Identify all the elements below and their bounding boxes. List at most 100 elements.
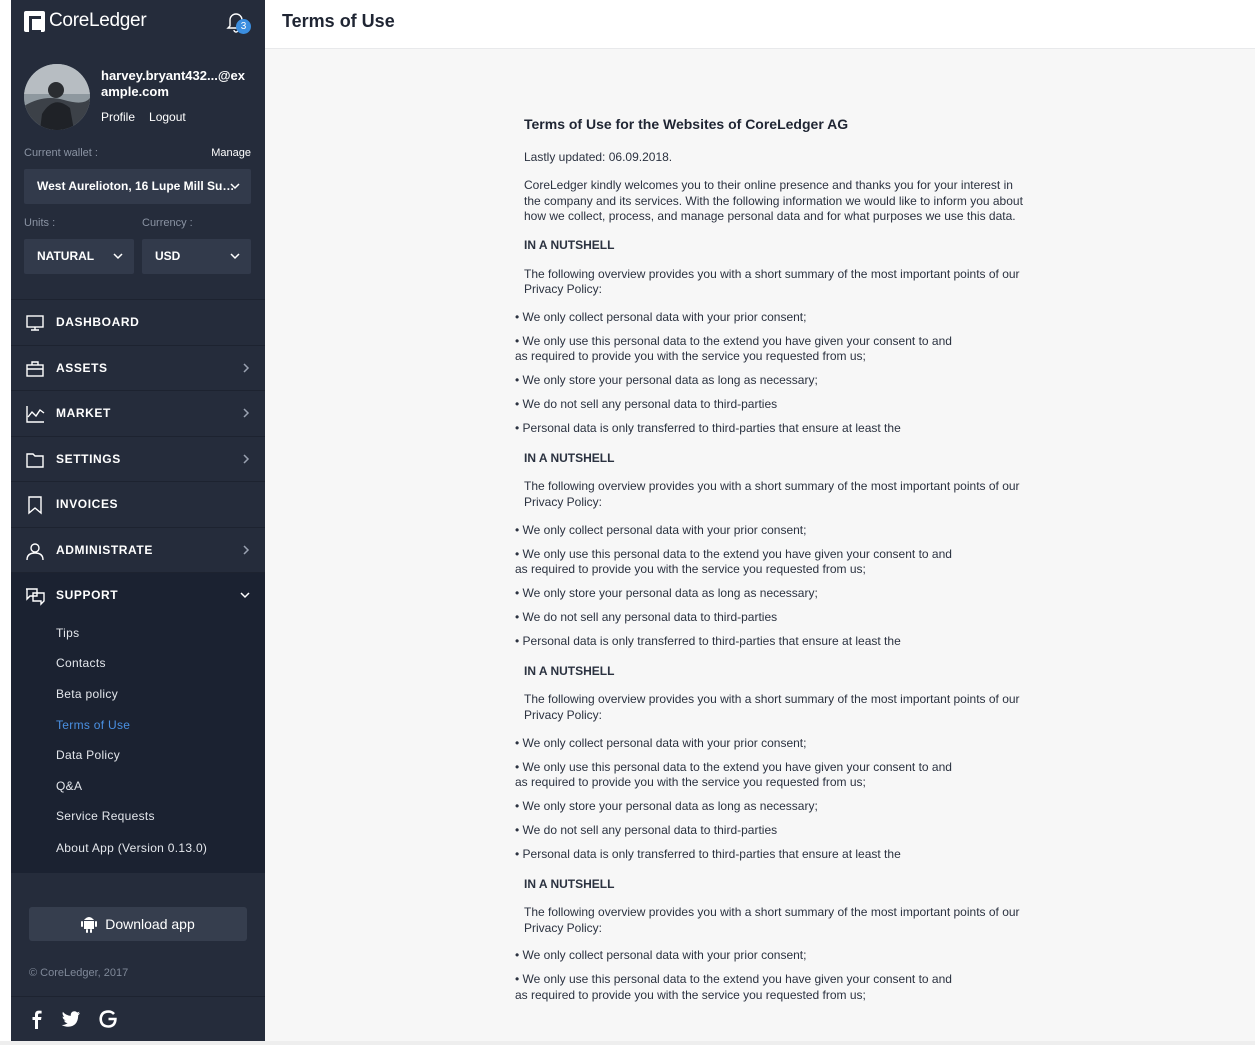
chart-line-icon — [26, 406, 45, 423]
support-item-beta-policy[interactable]: Beta policy — [11, 679, 265, 710]
support-item-contacts[interactable]: Contacts — [11, 648, 265, 679]
page-title: Terms of Use — [282, 11, 395, 31]
profile-link[interactable]: Profile — [101, 110, 135, 124]
nav-label-administrate: ADMINISTRATE — [56, 542, 153, 557]
chevron-right-icon — [243, 362, 250, 373]
folder-icon — [26, 452, 44, 468]
chevron-down-icon — [230, 183, 240, 190]
list-item: • We only collect personal data with you… — [515, 309, 807, 324]
section-title: IN A NUTSHELL — [524, 450, 615, 465]
chevron-right-icon — [243, 544, 250, 555]
bottom-border — [0, 1041, 1255, 1045]
sidebar-header: CoreLedger 3 — [11, 0, 265, 42]
current-wallet-label: Current wallet : — [24, 147, 98, 159]
support-item-service-requests[interactable]: Service Requests — [11, 801, 265, 832]
list-item: • We only collect personal data with you… — [515, 948, 807, 963]
nav-item-dashboard[interactable]: DASHBOARD — [11, 299, 265, 345]
list-item: • We only store your personal data as lo… — [515, 799, 818, 814]
nav-label-support: SUPPORT — [56, 588, 119, 603]
main-navigation: DASHBOARD ASSETS MARKET SETTINGS INVOICE… — [11, 299, 265, 873]
briefcase-icon — [26, 360, 44, 377]
logout-link[interactable]: Logout — [149, 110, 186, 124]
download-app-label: Download app — [105, 916, 195, 932]
chevron-down-icon — [240, 592, 250, 599]
currency-select[interactable]: USD — [142, 239, 251, 274]
section-intro: The following overview provides you with… — [524, 692, 1020, 722]
nutshell-section: IN A NUTSHELL The following overview pro… — [515, 663, 1024, 863]
android-icon — [81, 917, 98, 933]
section-title: IN A NUTSHELL — [524, 876, 615, 891]
download-app-button[interactable]: Download app — [29, 907, 247, 941]
list-item: • We only use this personal data to the … — [515, 333, 952, 364]
nav-label-invoices: INVOICES — [56, 497, 119, 512]
list-item: • Personal data is only transferred to t… — [515, 847, 901, 862]
chevron-right-icon — [243, 408, 250, 418]
nutshell-section: IN A NUTSHELL The following overview pro… — [515, 450, 1024, 650]
twitter-icon[interactable] — [61, 1009, 81, 1029]
notifications-count-badge: 3 — [236, 19, 251, 34]
document-heading: Terms of Use for the Websites of CoreLed… — [524, 116, 849, 132]
section-intro: The following overview provides you with… — [524, 479, 1020, 510]
google-icon[interactable] — [98, 1009, 118, 1029]
wallet-select[interactable]: West Aurelioton, 16 Lupe Mill Su… — [24, 169, 251, 204]
support-section: SUPPORT Tips Contacts Beta policy Terms … — [11, 572, 265, 873]
manage-wallet-link[interactable]: Manage — [211, 147, 251, 159]
list-item: • We do not sell any personal data to th… — [515, 610, 778, 625]
sidebar: CoreLedger 3 harvey.bryant432...@example… — [11, 0, 265, 1041]
list-item: • Personal data is only transferred to t… — [515, 634, 901, 649]
nav-item-market[interactable]: MARKET — [11, 390, 265, 436]
nav-label-settings: SETTINGS — [56, 451, 121, 466]
units-select-value: NATURAL — [37, 249, 95, 263]
list-item: • We only use this personal data to the … — [515, 546, 952, 577]
intro-paragraph: CoreLedger kindly welcomes you to their … — [524, 178, 1023, 224]
support-item-qa[interactable]: Q&A — [11, 770, 265, 801]
units-select[interactable]: NATURAL — [24, 239, 134, 274]
chat-bubbles-icon — [26, 588, 45, 606]
terms-document: Terms of Use for the Websites of CoreLed… — [515, 116, 1024, 1012]
list-item: • We only store your personal data as lo… — [515, 373, 818, 388]
monitor-icon — [26, 315, 44, 331]
section-title: IN A NUTSHELL — [524, 663, 615, 678]
copyright-text: © CoreLedger, 2017 — [29, 967, 129, 979]
user-profile: harvey.bryant432...@example.com Profile … — [11, 52, 265, 142]
facebook-icon[interactable] — [27, 1009, 47, 1029]
user-email: harvey.bryant432...@example.com — [101, 68, 245, 99]
list-item: • We do not sell any personal data to th… — [515, 823, 778, 838]
user-icon — [26, 542, 44, 560]
list-item: • We only use this personal data to the … — [515, 972, 952, 1003]
chevron-down-icon — [230, 253, 240, 260]
section-intro: The following overview provides you with… — [524, 266, 1020, 297]
brand-logo[interactable]: CoreLedger — [24, 10, 147, 33]
support-item-terms-of-use[interactable]: Terms of Use — [11, 709, 265, 740]
nutshell-section: IN A NUTSHELL The following overview pro… — [515, 237, 1024, 437]
support-item-data-policy[interactable]: Data Policy — [11, 740, 265, 771]
nav-item-administrate[interactable]: ADMINISTRATE — [11, 526, 265, 573]
support-item-tips[interactable]: Tips — [11, 618, 265, 649]
section-title: IN A NUTSHELL — [524, 237, 615, 252]
avatar[interactable] — [24, 64, 90, 130]
units-label: Units : — [24, 217, 56, 229]
coreledger-logo-icon — [24, 10, 45, 33]
nav-item-support[interactable]: SUPPORT — [11, 572, 265, 618]
list-item: • We only store your personal data as lo… — [515, 586, 818, 601]
nav-item-invoices[interactable]: INVOICES — [11, 481, 265, 527]
bookmark-icon — [28, 496, 42, 515]
chevron-down-icon — [113, 253, 123, 260]
main-content[interactable]: Terms of Use for the Websites of CoreLed… — [265, 49, 1255, 1045]
nav-label-assets: ASSETS — [56, 360, 108, 375]
nutshell-section: IN A NUTSHELL The following overview pro… — [515, 876, 1024, 1004]
list-item: • We do not sell any personal data to th… — [515, 397, 778, 412]
brand-name: CoreLedger — [49, 10, 147, 31]
nav-label-market: MARKET — [56, 406, 111, 421]
list-item: • We only collect personal data with you… — [515, 522, 807, 537]
support-item-about-app[interactable]: About App (Version 0.13.0) — [11, 832, 265, 873]
currency-label: Currency : — [142, 217, 193, 229]
last-updated: Lastly updated: 06.09.2018. — [524, 149, 673, 164]
nav-item-settings[interactable]: SETTINGS — [11, 435, 265, 482]
social-links — [11, 996, 265, 1041]
list-item: • We only collect personal data with you… — [515, 735, 807, 750]
list-item: • We only use this personal data to the … — [515, 759, 952, 790]
currency-select-value: USD — [155, 249, 181, 263]
wallet-select-value: West Aurelioton, 16 Lupe Mill Su… — [37, 179, 235, 193]
nav-item-assets[interactable]: ASSETS — [11, 344, 265, 391]
